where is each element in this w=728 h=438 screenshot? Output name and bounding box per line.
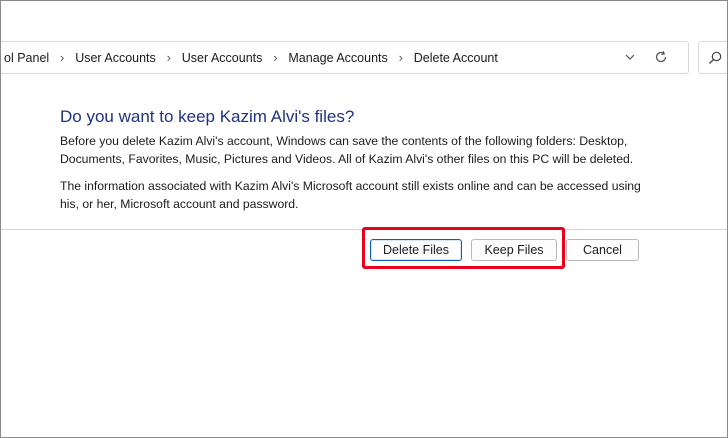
search-icon[interactable]	[707, 50, 723, 66]
chevron-right-icon[interactable]: ›	[158, 50, 180, 65]
breadcrumb-item-user-accounts-sub[interactable]: User Accounts	[180, 51, 265, 65]
chevron-right-icon[interactable]: ›	[51, 50, 73, 65]
breadcrumb-item-delete-account[interactable]: Delete Account	[412, 51, 500, 65]
chevron-right-icon[interactable]: ›	[264, 50, 286, 65]
chevron-down-icon[interactable]	[621, 48, 639, 66]
cancel-button[interactable]: Cancel	[566, 239, 639, 261]
dialog-content: Do you want to keep Kazim Alvi's files? …	[1, 75, 727, 230]
control-panel-window: ol Panel › User Accounts › User Accounts…	[0, 0, 728, 438]
breadcrumb: ol Panel › User Accounts › User Accounts…	[2, 42, 500, 73]
refresh-icon[interactable]	[652, 48, 670, 66]
breadcrumb-item-manage-accounts[interactable]: Manage Accounts	[286, 51, 389, 65]
window-top-area	[1, 1, 727, 39]
dialog-microsoft-account-note: The information associated with Kazim Al…	[60, 179, 641, 211]
breadcrumb-item-control-panel[interactable]: ol Panel	[2, 51, 51, 65]
search-input[interactable]	[698, 41, 727, 74]
dialog-heading: Do you want to keep Kazim Alvi's files?	[60, 107, 355, 126]
keep-files-button[interactable]: Keep Files	[471, 239, 557, 261]
dialog-description: Before you delete Kazim Alvi's account, …	[60, 134, 634, 166]
breadcrumb-item-user-accounts[interactable]: User Accounts	[73, 51, 158, 65]
chevron-right-icon[interactable]: ›	[390, 50, 412, 65]
delete-files-button[interactable]: Delete Files	[370, 239, 462, 261]
address-bar[interactable]: ol Panel › User Accounts › User Accounts…	[1, 41, 689, 74]
